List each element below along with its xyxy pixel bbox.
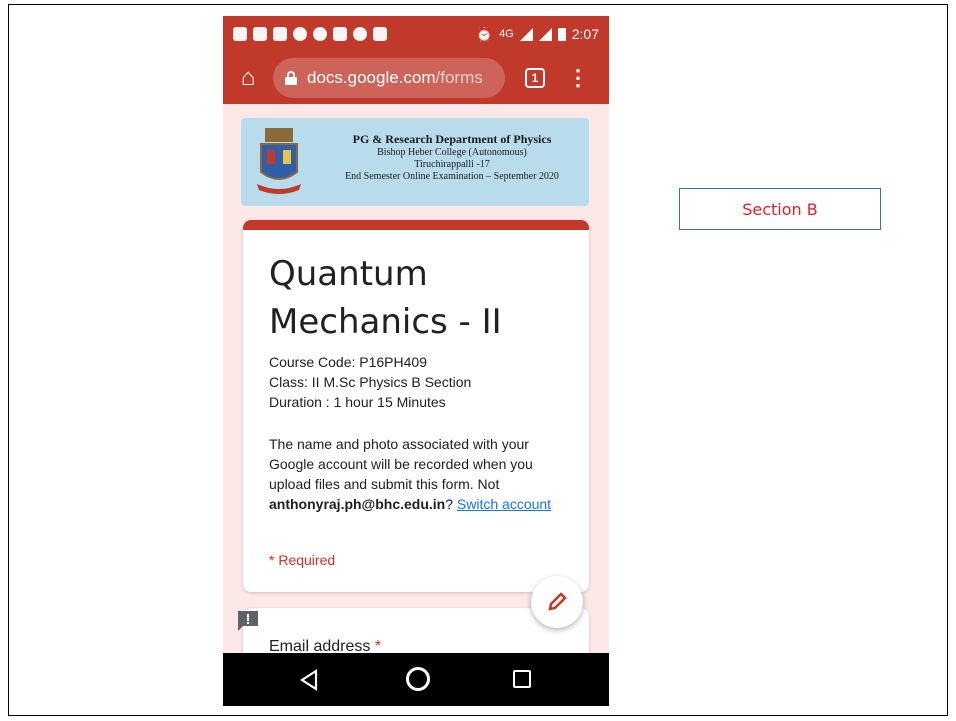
edit-button[interactable]: [531, 576, 583, 628]
signal-icon: [519, 27, 533, 41]
banner-text: PG & Research Department of Physics Bish…: [319, 132, 585, 183]
college-city: Tiruchirappalli -17: [414, 159, 490, 170]
status-right: ⏰ 4G 2:07: [476, 26, 599, 43]
notification-icons: [233, 27, 387, 41]
clock: 2:07: [571, 26, 599, 42]
exam-name: End Semester Online Examination – Septem…: [345, 171, 559, 182]
course-code: Course Code: P16PH409: [269, 354, 427, 370]
department-name: PG & Research Department of Physics: [352, 132, 552, 146]
duration-info: Duration : 1 hour 15 Minutes: [269, 394, 446, 410]
chat-icon: [233, 27, 247, 41]
battery-icon: [557, 27, 566, 41]
sms-icon: [253, 27, 267, 41]
home-nav-icon[interactable]: [406, 667, 430, 691]
network-type: 4G: [499, 28, 514, 40]
form-title: Quantum Mechanics - II: [269, 254, 502, 342]
recent-apps-icon[interactable]: [513, 670, 531, 688]
mail-icon: [273, 27, 287, 41]
pencil-icon: [548, 592, 567, 611]
address-bar[interactable]: docs.google.com/forms: [273, 58, 505, 98]
signal-icon-2: [538, 27, 552, 41]
section-label: Section B: [679, 188, 881, 230]
tab-switcher-button[interactable]: 1: [525, 68, 545, 88]
lock-icon: [285, 71, 297, 85]
account-notice: The name and photo associated with your …: [269, 434, 569, 514]
account-question: ?: [445, 496, 457, 512]
home-icon[interactable]: ⌂: [233, 63, 263, 93]
alarm-icon: ⏰: [475, 25, 494, 42]
account-email: anthonyraj.ph@bhc.edu.in: [269, 496, 446, 512]
college-name: Bishop Heber College (Autonomous): [377, 147, 527, 158]
screenshot-icon: [333, 27, 347, 41]
url-host: docs.google.com: [307, 68, 436, 87]
course-info: Course Code: P16PH409 Class: II M.Sc Phy…: [269, 352, 569, 412]
app-icon: [313, 27, 327, 41]
person-icon: [293, 27, 307, 41]
switch-account-link[interactable]: Switch account: [457, 496, 551, 512]
back-icon[interactable]: [299, 669, 319, 691]
report-issue-icon[interactable]: [237, 610, 259, 632]
class-info: Class: II M.Sc Physics B Section: [269, 374, 472, 390]
account-notice-text: The name and photo associated with your …: [269, 436, 533, 492]
browser-toolbar: ⌂ docs.google.com/forms 1 ⋮: [223, 52, 609, 104]
status-bar: ⏰ 4G 2:07: [223, 16, 609, 52]
image-icon: [373, 27, 387, 41]
form-title-card: Quantum Mechanics - II Course Code: P16P…: [243, 220, 589, 592]
header-banner: PG & Research Department of Physics Bish…: [241, 118, 589, 206]
phone-screenshot: ⏰ 4G 2:07 ⌂ docs.google.com/forms 1 ⋮ PG…: [223, 16, 609, 706]
whatsapp-icon: [353, 27, 367, 41]
overflow-menu-icon[interactable]: ⋮: [567, 67, 589, 89]
url-path: /forms: [435, 68, 483, 87]
college-crest-icon: [257, 128, 301, 194]
android-nav-bar: [223, 653, 609, 706]
required-note: * Required: [269, 552, 336, 568]
